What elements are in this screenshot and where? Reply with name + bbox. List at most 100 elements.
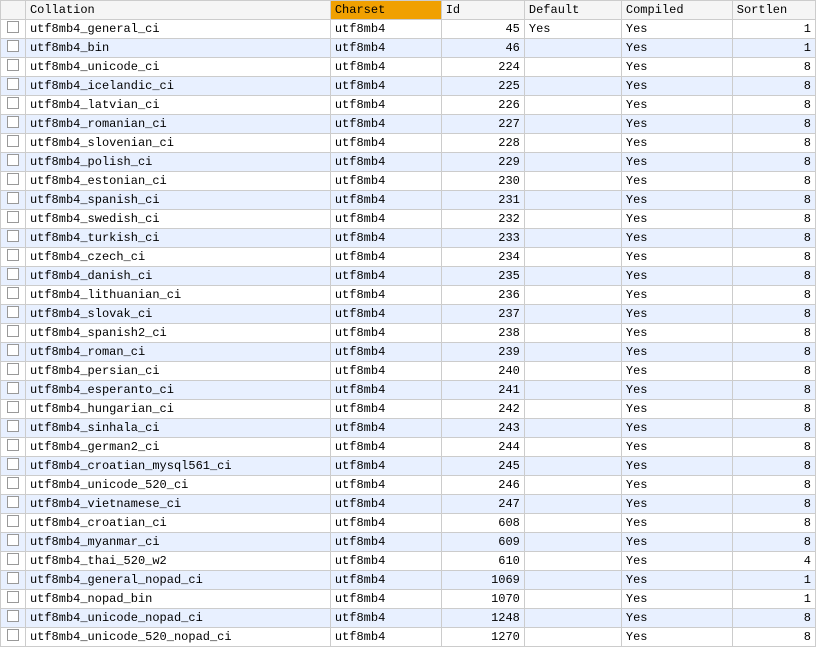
table-row: utf8mb4_spanish2_ciutf8mb4238Yes8 [1, 324, 816, 343]
id-value: 231 [441, 191, 524, 210]
default-value [524, 381, 621, 400]
checkbox-icon [7, 59, 19, 71]
sortlen-value: 8 [732, 96, 815, 115]
row-checkbox[interactable] [1, 20, 26, 39]
id-value: 610 [441, 552, 524, 571]
table-row: utf8mb4_lithuanian_ciutf8mb4236Yes8 [1, 286, 816, 305]
row-checkbox[interactable] [1, 115, 26, 134]
collation-value: utf8mb4_unicode_520_ci [25, 476, 330, 495]
checkbox-icon [7, 344, 19, 356]
row-checkbox[interactable] [1, 153, 26, 172]
row-checkbox[interactable] [1, 229, 26, 248]
column-header-collation[interactable]: Collation [25, 1, 330, 20]
id-value: 225 [441, 77, 524, 96]
row-checkbox[interactable] [1, 210, 26, 229]
id-value: 238 [441, 324, 524, 343]
row-checkbox[interactable] [1, 172, 26, 191]
row-checkbox[interactable] [1, 533, 26, 552]
checkbox-icon [7, 21, 19, 33]
row-checkbox[interactable] [1, 267, 26, 286]
charset-value: utf8mb4 [330, 229, 441, 248]
charset-value: utf8mb4 [330, 590, 441, 609]
collation-value: utf8mb4_unicode_nopad_ci [25, 609, 330, 628]
charset-value: utf8mb4 [330, 343, 441, 362]
sortlen-value: 8 [732, 191, 815, 210]
row-checkbox[interactable] [1, 419, 26, 438]
row-checkbox[interactable] [1, 362, 26, 381]
row-checkbox[interactable] [1, 191, 26, 210]
collation-value: utf8mb4_spanish_ci [25, 191, 330, 210]
table-row: utf8mb4_latvian_ciutf8mb4226Yes8 [1, 96, 816, 115]
row-checkbox[interactable] [1, 495, 26, 514]
row-checkbox[interactable] [1, 552, 26, 571]
row-checkbox[interactable] [1, 400, 26, 419]
charset-value: utf8mb4 [330, 96, 441, 115]
row-checkbox[interactable] [1, 628, 26, 647]
id-value: 226 [441, 96, 524, 115]
collation-value: utf8mb4_roman_ci [25, 343, 330, 362]
checkbox-icon [7, 306, 19, 318]
row-checkbox[interactable] [1, 343, 26, 362]
column-header-id[interactable]: Id [441, 1, 524, 20]
sortlen-value: 8 [732, 533, 815, 552]
compiled-value: Yes [621, 248, 732, 267]
compiled-value: Yes [621, 210, 732, 229]
charset-value: utf8mb4 [330, 514, 441, 533]
table-row: utf8mb4_czech_ciutf8mb4234Yes8 [1, 248, 816, 267]
row-checkbox[interactable] [1, 514, 26, 533]
default-value: Yes [524, 20, 621, 39]
id-value: 224 [441, 58, 524, 77]
row-checkbox[interactable] [1, 96, 26, 115]
compiled-value: Yes [621, 153, 732, 172]
compiled-value: Yes [621, 571, 732, 590]
compiled-value: Yes [621, 609, 732, 628]
table-row: utf8mb4_general_nopad_ciutf8mb41069Yes1 [1, 571, 816, 590]
collation-value: utf8mb4_hungarian_ci [25, 400, 330, 419]
checkbox-icon [7, 591, 19, 603]
collation-value: utf8mb4_croatian_ci [25, 514, 330, 533]
id-value: 227 [441, 115, 524, 134]
checkbox-icon [7, 287, 19, 299]
compiled-value: Yes [621, 400, 732, 419]
charset-value: utf8mb4 [330, 362, 441, 381]
row-checkbox[interactable] [1, 324, 26, 343]
charset-value: utf8mb4 [330, 552, 441, 571]
row-checkbox[interactable] [1, 476, 26, 495]
checkbox-icon [7, 173, 19, 185]
checkbox-icon [7, 116, 19, 128]
row-checkbox[interactable] [1, 286, 26, 305]
row-checkbox[interactable] [1, 590, 26, 609]
id-value: 1069 [441, 571, 524, 590]
column-header-default[interactable]: Default [524, 1, 621, 20]
row-checkbox[interactable] [1, 381, 26, 400]
collation-table: CollationCharsetIdDefaultCompiledSortlen… [0, 0, 816, 647]
column-header-compiled[interactable]: Compiled [621, 1, 732, 20]
row-checkbox[interactable] [1, 609, 26, 628]
row-checkbox[interactable] [1, 39, 26, 58]
row-checkbox[interactable] [1, 571, 26, 590]
sortlen-value: 8 [732, 58, 815, 77]
row-checkbox[interactable] [1, 305, 26, 324]
compiled-value: Yes [621, 305, 732, 324]
checkbox-icon [7, 477, 19, 489]
collation-value: utf8mb4_polish_ci [25, 153, 330, 172]
default-value [524, 362, 621, 381]
column-header-sortlen[interactable]: Sortlen [732, 1, 815, 20]
row-checkbox[interactable] [1, 248, 26, 267]
column-header-checkbox[interactable] [1, 1, 26, 20]
id-value: 46 [441, 39, 524, 58]
row-checkbox[interactable] [1, 134, 26, 153]
table-row: utf8mb4_vietnamese_ciutf8mb4247Yes8 [1, 495, 816, 514]
row-checkbox[interactable] [1, 457, 26, 476]
table-row: utf8mb4_romanian_ciutf8mb4227Yes8 [1, 115, 816, 134]
column-header-charset[interactable]: Charset [330, 1, 441, 20]
row-checkbox[interactable] [1, 58, 26, 77]
row-checkbox[interactable] [1, 438, 26, 457]
id-value: 233 [441, 229, 524, 248]
row-checkbox[interactable] [1, 77, 26, 96]
charset-value: utf8mb4 [330, 476, 441, 495]
charset-value: utf8mb4 [330, 267, 441, 286]
id-value: 234 [441, 248, 524, 267]
sortlen-value: 8 [732, 115, 815, 134]
sortlen-value: 8 [732, 343, 815, 362]
